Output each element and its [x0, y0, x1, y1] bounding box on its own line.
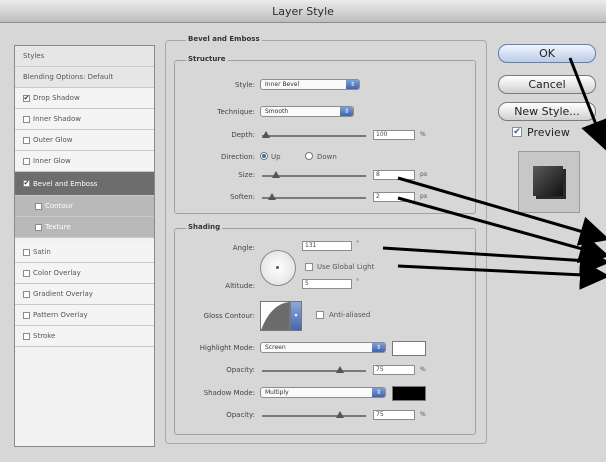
- arrow-to-ok: [568, 57, 606, 151]
- annotation-arrows: [382, 57, 606, 290]
- arrow-to-global-light: [397, 259, 606, 290]
- arrow-to-angle: [382, 245, 606, 276]
